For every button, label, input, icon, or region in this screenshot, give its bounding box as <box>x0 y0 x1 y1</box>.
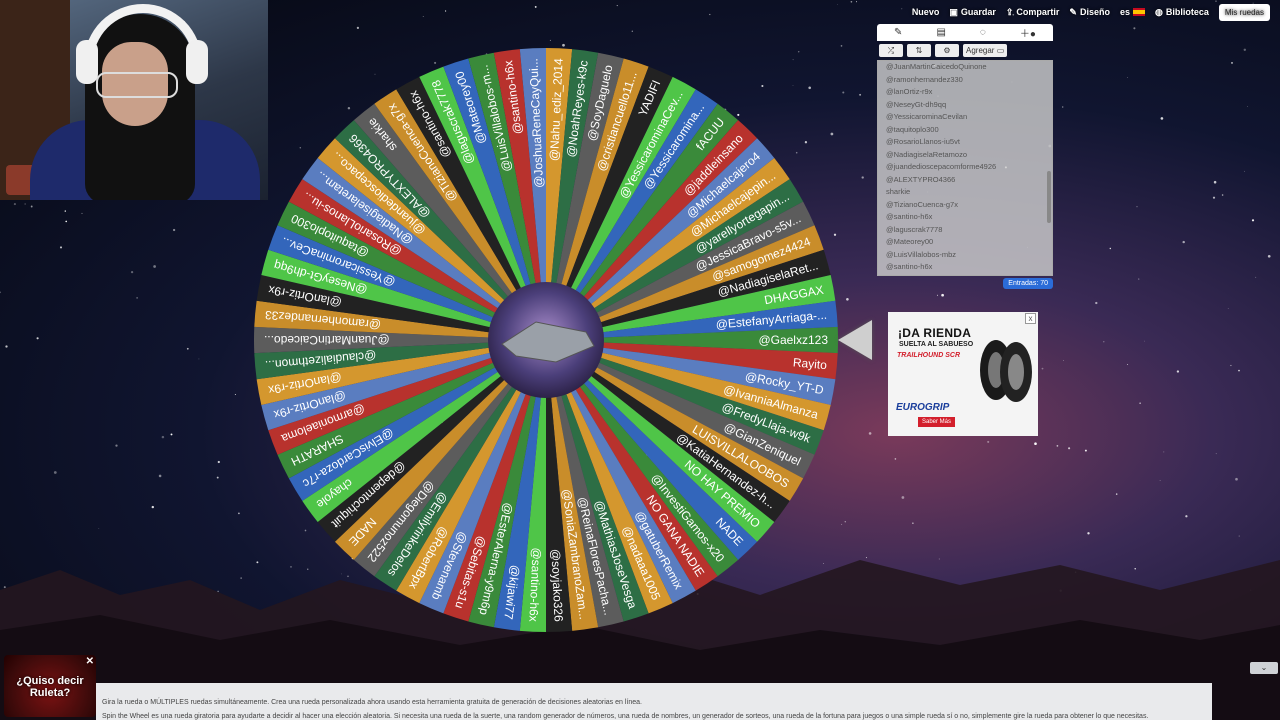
library-button[interactable]: ◍ Biblioteca <box>1155 7 1209 18</box>
tires-image <box>980 340 1032 402</box>
suggestion-popup[interactable]: ¿Quiso decir Ruleta? ✕ <box>4 655 96 717</box>
entry-line: @ramonhernandez330 <box>886 74 963 84</box>
entries-toolbar: ✎ ▤ ◌ ＋● <box>877 24 1053 41</box>
advertisement[interactable]: ¡DA RIENDA SUELTA AL SABUESO TRAILHOUND … <box>888 312 1038 436</box>
info-line-1: Gira la rueda o MÚLTIPLES ruedas simultá… <box>102 699 642 706</box>
ad-brand: EUROGRIP <box>896 402 950 413</box>
entry-line: @juandedioscepacomforme4926 <box>886 162 997 171</box>
save-button[interactable]: ▣ Guardar <box>949 7 996 18</box>
settings-icon[interactable]: ⚙ <box>935 44 959 57</box>
design-button[interactable]: ✎ Diseño <box>1069 7 1110 18</box>
entry-line: sharkie <box>886 187 911 196</box>
entry-line: @lanOrtiz-r9x <box>886 87 933 96</box>
ad-headline: ¡DA RIENDA <box>898 326 972 340</box>
pen-icon: ✎ <box>1069 6 1077 17</box>
ad-close-icon[interactable]: x <box>1025 313 1036 324</box>
entry-line: @NeseyGt-dh9qq <box>886 99 947 109</box>
add-image-button[interactable]: Agregar ▭ <box>963 44 1008 57</box>
clipboard-icon[interactable]: ▤ <box>936 27 945 38</box>
entries-actions: ⤮ ⇅ ⚙ Agregar ▭ <box>877 43 1053 58</box>
globe-icon: ◍ <box>1155 6 1163 17</box>
entry-line: @YessicarominaCevilan <box>886 112 968 121</box>
share-icon: ⇪ <box>1005 6 1014 17</box>
entries-textarea[interactable]: @JuanMartinCaicedoQuinone @ramonhernandez… <box>877 60 1053 276</box>
entry-line: @Mateorey00 <box>886 237 934 246</box>
edit-icon[interactable]: ✎ <box>894 27 902 38</box>
ad-product: TRAILHOUND SCR <box>897 352 960 359</box>
entry-line: @RosarioLlanos-iu5vt <box>886 137 960 146</box>
webcam-overlay <box>0 0 268 200</box>
entry-line: @taquitoplo300 <box>886 124 939 134</box>
sort-icon[interactable]: ⇅ <box>907 44 931 57</box>
info-line-2: Spin the Wheel es una rueda giratoria pa… <box>102 713 1149 720</box>
hide-icon[interactable]: ◌ <box>980 27 986 38</box>
popup-close-icon[interactable]: ✕ <box>86 656 94 667</box>
entry-line: @LuisVillalobos-mbz <box>886 249 957 259</box>
my-wheels-button[interactable]: Mis ruedas <box>1218 3 1270 21</box>
entries-count-badge: Entradas: 70 <box>1003 278 1053 289</box>
popup-text: ¿Quiso decir Ruleta? <box>16 675 84 699</box>
wheel-svg[interactable]: @Gaelxz123Rayito@Rocky_YT-D@IvanniaAlman… <box>250 44 842 636</box>
shuffle-icon[interactable]: ⤮ <box>879 44 903 57</box>
top-navigation: Nuevo ▣ Guardar ⇪ Compartir ✎ Diseño es ◍ Bi… <box>912 0 1280 24</box>
share-button[interactable]: ⇪ Compartir <box>1006 7 1060 18</box>
entry-line: @ALEXTYPRO4366 <box>886 174 956 184</box>
ad-cta-button[interactable]: Saber Más <box>918 417 956 427</box>
save-icon: ▣ <box>949 6 958 17</box>
entries-scrollbar[interactable] <box>1047 171 1051 223</box>
entry-line: @santino-h6x <box>886 262 933 271</box>
entries-panel: ✎ ▤ ◌ ＋● ⤮ ⇅ ⚙ Agregar ▭ @JuanMartinCaic… <box>877 24 1053 289</box>
entry-line: @NadiagiselaRetamozo <box>886 149 967 159</box>
wheel-entry-label: @JuanMartinCaicedo... <box>264 333 390 347</box>
wheel-pointer-icon <box>838 320 872 360</box>
ad-subline: SUELTA AL SABUESO <box>899 341 974 348</box>
spin-wheel[interactable]: @Gaelxz123 Rayito @Rocky_YT-D @IvanniaAlman… <box>250 44 842 636</box>
headset <box>84 4 202 82</box>
info-footer: Gira la rueda o MÚLTIPLES ruedas simultá… <box>96 683 1212 720</box>
add-color-icon[interactable]: ＋● <box>1020 25 1036 40</box>
entry-line: @santino-h6x <box>886 212 933 221</box>
new-button[interactable]: Nuevo <box>912 7 940 17</box>
language-selector[interactable]: es <box>1120 7 1145 17</box>
flag-es-icon <box>1133 8 1145 16</box>
chevron-down-icon[interactable]: ⌄ <box>1250 662 1278 674</box>
entry-line: @TizianoCuenca-g7x <box>886 199 958 209</box>
entry-line: @laguscrak7778 <box>886 224 943 234</box>
entry-line: @JuanMartinCaicedoQuinone <box>886 62 987 71</box>
wheel-entry-label: @Gaelxz123 <box>758 333 828 347</box>
